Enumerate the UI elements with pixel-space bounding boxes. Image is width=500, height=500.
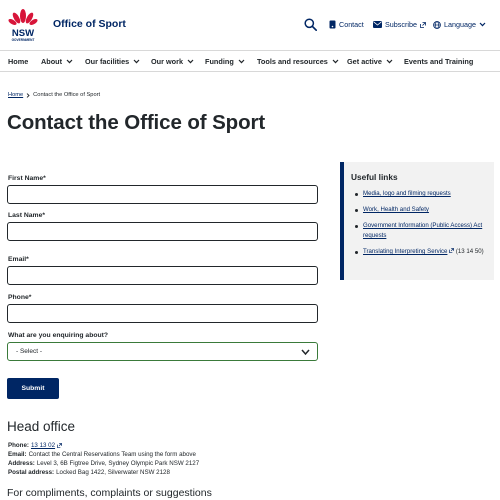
list-item: Government Information (Public Access) A… [353, 221, 493, 241]
nav-item-our-facilities[interactable]: Our facilities [85, 57, 140, 66]
address-row: Address: Level 3, 6B Figtree Drive, Sydn… [8, 460, 199, 467]
last-name-label: Last Name* [8, 212, 46, 219]
contact-link[interactable]: Contact [329, 20, 364, 29]
external-link-icon [57, 443, 62, 448]
nav-item-events-and-training[interactable]: Events and Training [404, 57, 473, 66]
list-item: Work, Health and Safety [353, 205, 493, 215]
submit-button[interactable]: Submit [7, 378, 59, 399]
subscribe-label: Subscribe [385, 20, 417, 29]
postal-row-label: Postal address: [8, 469, 55, 476]
nav-label: Home [8, 57, 29, 66]
nav-label: Funding [205, 57, 234, 66]
list-item: Media, logo and filming requests [353, 189, 493, 199]
nav-item-about[interactable]: About [41, 57, 73, 66]
useful-link-media[interactable]: Media, logo and filming requests [363, 190, 451, 197]
useful-links-list: Media, logo and filming requests Work, H… [353, 189, 493, 263]
last-name-field[interactable] [7, 222, 318, 241]
useful-link-tis[interactable]: Translating Interpreting Service [363, 248, 447, 255]
svg-text:GOVERNMENT: GOVERNMENT [12, 38, 35, 42]
chevron-down-icon [238, 59, 245, 64]
postal-row: Postal address: Locked Bag 1422, Silverw… [8, 469, 170, 476]
phone-label: Phone* [8, 294, 32, 301]
useful-links-panel: Useful links Media, logo and filming req… [340, 162, 494, 280]
nav-item-get-active[interactable]: Get active [347, 57, 393, 66]
chevron-down-icon [332, 59, 339, 64]
subscribe-link[interactable]: Subscribe [373, 20, 426, 29]
breadcrumb-home[interactable]: Home [8, 92, 23, 98]
language-selector[interactable]: Language [433, 20, 486, 29]
enquiry-label: What are you enquiring about? [8, 332, 109, 339]
language-label: Language [444, 20, 476, 29]
contact-label: Contact [339, 20, 364, 29]
enquiry-select-value: - Select - [16, 348, 43, 355]
email-row-value: Contact the Central Reservations Team us… [28, 451, 196, 458]
email-row: Email: Contact the Central Reservations … [8, 451, 196, 458]
page-title: Contact the Office of Sport [7, 111, 266, 134]
nav-label: Our work [151, 57, 184, 66]
phone-icon [329, 20, 336, 29]
nav-label: Events and Training [404, 57, 474, 66]
phone-row-label: Phone: [8, 442, 29, 449]
email-row-label: Email: [8, 451, 27, 458]
useful-link-whs[interactable]: Work, Health and Safety [363, 206, 429, 213]
email-label: Email* [8, 256, 29, 263]
feedback-heading: For compliments, complaints or suggestio… [7, 487, 212, 499]
nav-label: Get active [347, 57, 382, 66]
useful-links-title: Useful links [351, 172, 398, 182]
nav-item-funding[interactable]: Funding [205, 57, 245, 66]
chevron-down-icon [386, 59, 393, 64]
useful-link-gipa[interactable]: Government Information (Public Access) A… [363, 222, 482, 239]
main-nav: Home About Our facilities Our work Fundi… [0, 50, 500, 72]
chevron-down-icon [301, 349, 310, 356]
head-office-heading: Head office [7, 419, 76, 434]
phone-field[interactable] [7, 304, 318, 323]
list-item: Translating Interpreting Service (13 14 … [353, 247, 493, 257]
email-field[interactable] [7, 266, 318, 285]
external-link-icon [449, 248, 455, 253]
nav-item-our-work[interactable]: Our work [151, 57, 194, 66]
first-name-label: First Name* [8, 175, 46, 182]
search-icon[interactable] [304, 18, 317, 31]
phone-link[interactable]: 13 13 02 [31, 442, 55, 449]
tis-phone: (13 14 50) [455, 248, 484, 255]
chevron-right-icon [26, 92, 30, 98]
chevron-down-icon [66, 59, 73, 64]
nav-label: Our facilities [85, 57, 130, 66]
chevron-down-icon [479, 22, 486, 27]
postal-row-value: Locked Bag 1422, Silverwater NSW 2128 [56, 469, 170, 476]
enquiry-select[interactable]: - Select - [7, 342, 318, 361]
nsw-logo[interactable]: NSW GOVERNMENT [7, 8, 39, 42]
external-link-icon [420, 21, 426, 28]
nav-item-home[interactable]: Home [8, 57, 28, 66]
breadcrumb-current: Contact the Office of Sport [33, 92, 101, 98]
phone-row: Phone: 13 13 02 [8, 442, 62, 449]
site-title[interactable]: Office of Sport [53, 18, 126, 30]
mail-icon [373, 21, 382, 28]
site-header: NSW GOVERNMENT Office of Sport Contact S… [0, 0, 500, 50]
chevron-down-icon [133, 59, 140, 64]
nav-item-tools-and-resources[interactable]: Tools and resources [257, 57, 339, 66]
address-row-value: Level 3, 6B Figtree Drive, Sydney Olympi… [36, 460, 200, 467]
first-name-field[interactable] [7, 185, 318, 204]
nav-label: About [41, 57, 63, 66]
globe-icon [433, 20, 441, 29]
breadcrumb: Home Contact the Office of Sport [8, 92, 100, 98]
chevron-down-icon [187, 59, 194, 64]
address-row-label: Address: [8, 460, 35, 467]
nav-label: Tools and resources [257, 57, 328, 66]
